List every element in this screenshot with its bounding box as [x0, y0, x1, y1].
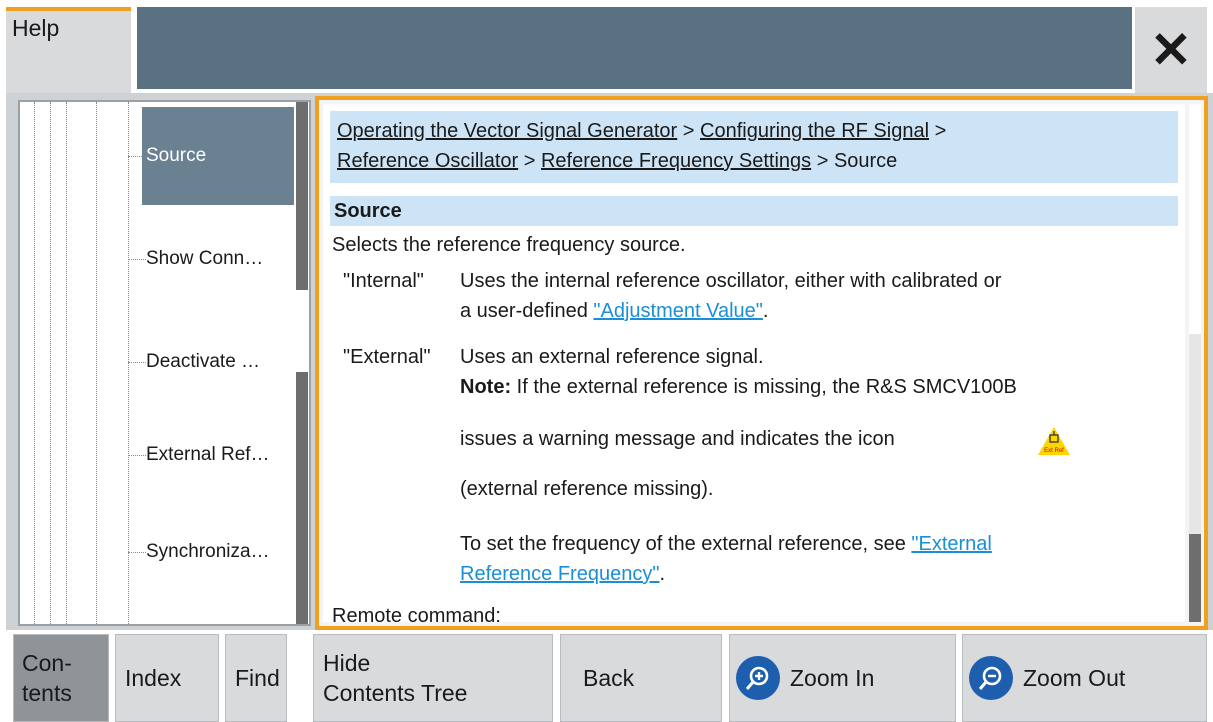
internal-desc-suffix: .: [762, 300, 769, 322]
breadcrumb: Operating the Vector Signal Generator > …: [330, 111, 1178, 183]
tree-item-label: Source: [146, 145, 207, 166]
contents-tree: Source Show Conn… Deactivate … External …: [18, 100, 311, 626]
hide-contents-tree-label: Hide Contents Tree: [323, 650, 468, 706]
content-area: Source Show Conn… Deactivate … External …: [6, 93, 1213, 630]
contents-button[interactable]: Con- tents: [13, 634, 109, 722]
tree-connector: [128, 156, 146, 157]
tree-item-synchronization[interactable]: Synchroniza…: [20, 503, 295, 601]
title-bar: Help ✕: [0, 0, 1213, 93]
zoom-in-label: Zoom In: [790, 665, 875, 691]
external-reference-frequency-link[interactable]: "External: [911, 533, 991, 555]
zoom-out-label: Zoom Out: [1023, 665, 1126, 691]
internal-desc-prefix: a user-defined: [460, 300, 594, 322]
help-text-area: Operating the Vector Signal Generator > …: [323, 104, 1185, 622]
freq-prefix: To set the frequency of the external ref…: [460, 533, 912, 555]
tree-connector: [128, 552, 146, 553]
internal-desc-line1: Uses the internal reference oscillator, …: [460, 270, 1002, 292]
breadcrumb-separator: >: [929, 120, 947, 142]
note-line1: Note: If the external reference is missi…: [460, 372, 1017, 402]
breadcrumb-link-configuring-rf[interactable]: Configuring the RF Signal: [700, 120, 929, 142]
help-tab[interactable]: Help: [6, 7, 131, 93]
warn-icon-label: Ext Ref: [1044, 448, 1064, 454]
note-line3: (external reference missing).: [460, 478, 714, 500]
note-line2: issues a warning message and indicates t…: [460, 428, 895, 450]
breadcrumb-link-reference-oscillator[interactable]: Reference Oscillator: [337, 150, 518, 172]
title-strip: [137, 7, 1132, 89]
zoom-in-icon: [736, 656, 780, 700]
ext-ref-warning-icon: Ext Ref: [1038, 427, 1070, 455]
tree-connector: [128, 259, 146, 260]
tree-scrollbar-upper: [296, 102, 308, 290]
external-key: "External": [343, 346, 431, 368]
note-label: Note:: [460, 376, 512, 398]
index-button[interactable]: Index: [115, 634, 219, 722]
adjustment-value-link[interactable]: "Adjustment Value": [593, 300, 762, 322]
intro-text: Selects the reference frequency source.: [332, 234, 686, 256]
tree-item-label: Show Conn…: [146, 248, 264, 269]
tree-connector: [128, 455, 146, 456]
breadcrumb-link-operating[interactable]: Operating the Vector Signal Generator: [337, 120, 677, 142]
tree-item-label: External Ref…: [146, 444, 270, 465]
breadcrumb-link-reference-frequency-settings[interactable]: Reference Frequency Settings: [541, 150, 811, 172]
find-button-label: Find: [235, 665, 280, 691]
internal-key: "Internal": [343, 270, 424, 292]
tree-connector: [128, 362, 146, 363]
help-scrollbar[interactable]: [1189, 104, 1201, 622]
tree-item-source[interactable]: Source: [20, 107, 295, 205]
zoom-out-button[interactable]: Zoom Out: [962, 634, 1207, 722]
section-heading: Source: [330, 196, 1178, 226]
breadcrumb-separator: >: [677, 120, 701, 142]
external-reference-frequency-link[interactable]: Reference Frequency": [460, 563, 659, 585]
tree-item-deactivate[interactable]: Deactivate …: [20, 313, 295, 411]
breadcrumb-separator: >: [811, 150, 834, 172]
help-scrollbar-thumb[interactable]: [1189, 534, 1201, 622]
internal-desc-line2: a user-defined "Adjustment Value".: [460, 296, 768, 326]
zoom-out-icon: [969, 656, 1013, 700]
tree-item-label: Deactivate …: [146, 351, 261, 372]
close-button[interactable]: ✕: [1135, 7, 1207, 93]
index-button-label: Index: [125, 665, 182, 691]
close-icon: ✕: [1150, 22, 1192, 78]
remote-command-label: Remote command:: [332, 605, 501, 622]
find-button[interactable]: Find: [225, 634, 287, 722]
help-scrollbar-track-top: [1189, 104, 1201, 334]
contents-button-label: Con- tents: [22, 650, 72, 706]
tree-item-external-ref[interactable]: External Ref…: [20, 406, 295, 504]
freq-line2: Reference Frequency".: [460, 559, 665, 589]
back-button[interactable]: Back: [560, 634, 722, 722]
tree-item-label: Synchroniza…: [146, 541, 270, 562]
tree-scrollbar-thumb[interactable]: [296, 372, 308, 624]
back-button-label: Back: [583, 665, 635, 691]
freq-line1: To set the frequency of the external ref…: [460, 529, 992, 559]
zoom-in-button[interactable]: Zoom In: [729, 634, 956, 722]
tree-item-show-conn[interactable]: Show Conn…: [20, 210, 295, 308]
external-desc-line1: Uses an external reference signal.: [460, 346, 764, 368]
hide-contents-tree-button[interactable]: Hide Contents Tree: [313, 634, 553, 722]
breadcrumb-current: Source: [833, 150, 898, 172]
freq-suffix: .: [659, 563, 665, 585]
tree-scrollbar[interactable]: [294, 102, 308, 624]
help-content-panel: Operating the Vector Signal Generator > …: [315, 96, 1208, 630]
help-tab-label: Help: [12, 15, 60, 41]
breadcrumb-separator: >: [518, 150, 541, 172]
note-text: If the external reference is missing, th…: [511, 376, 1017, 398]
